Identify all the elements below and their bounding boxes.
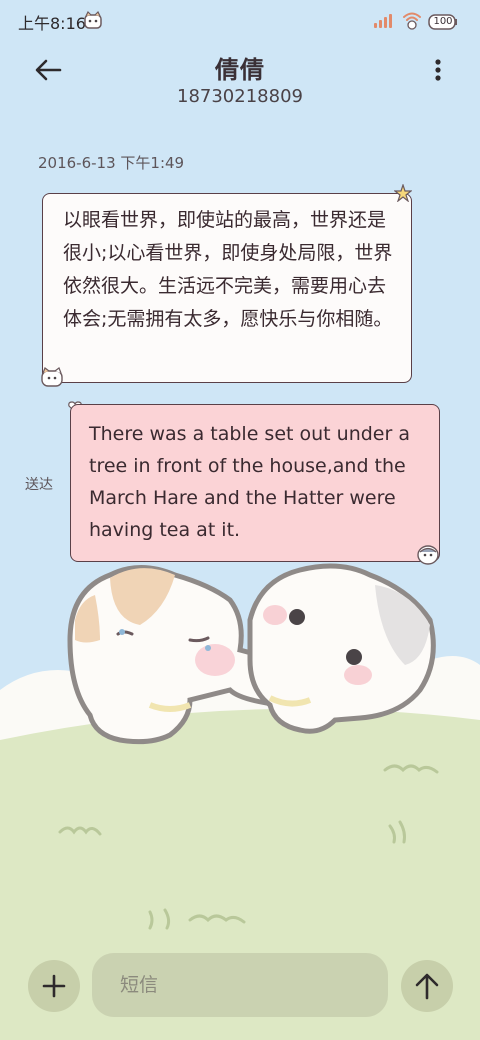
status-time: 上午8:16: [18, 14, 86, 33]
more-vertical-icon: [435, 59, 441, 81]
battery-level: 100: [433, 16, 453, 27]
outgoing-message-bubble[interactable]: There was a table set out under a tree i…: [70, 404, 440, 562]
signal-icon: [374, 13, 396, 32]
contact-phone-number: 18730218809: [177, 86, 303, 107]
send-button[interactable]: [401, 960, 453, 1012]
more-options-button[interactable]: [426, 54, 450, 86]
message-timestamp: 2016-6-13 下午1:49: [38, 154, 185, 172]
sms-input[interactable]: [92, 953, 388, 1017]
penguin-sticker-icon: [416, 543, 440, 569]
add-attachment-button[interactable]: [28, 960, 80, 1012]
contact-name[interactable]: 倩倩: [0, 50, 480, 85]
star-sticker-icon: [393, 183, 413, 206]
cat-sticker-icon: [40, 366, 64, 392]
plus-icon: [42, 974, 66, 998]
status-bar: 上午8:16 100: [0, 0, 480, 40]
delivery-status: 送达: [25, 477, 53, 493]
message-composer: [0, 950, 480, 1030]
conversation-header: 倩倩 18730218809: [0, 42, 480, 112]
cat-sticker-icon: [82, 10, 104, 36]
wifi-icon: [402, 10, 422, 34]
incoming-message-bubble[interactable]: 以眼看世界，即使站的最高，世界还是很小;以心看世界，即使身处局限，世界依然很大。…: [42, 193, 412, 383]
battery-icon: 100: [428, 13, 458, 31]
status-indicators: 100: [374, 10, 458, 34]
arrow-up-icon: [415, 973, 439, 1000]
